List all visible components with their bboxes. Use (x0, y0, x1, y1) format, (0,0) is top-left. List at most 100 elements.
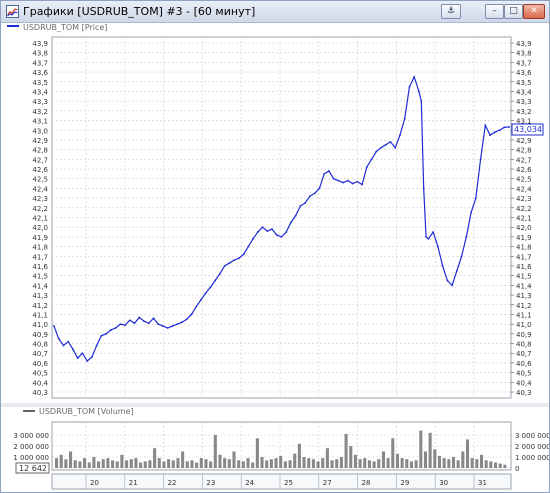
price-point (214, 279, 217, 282)
price-ytick-label: 43,7 (32, 59, 48, 67)
volume-bar (55, 458, 59, 468)
volume-bar (353, 454, 357, 468)
price-point (114, 327, 117, 329)
volume-bar (129, 459, 133, 468)
price-point (162, 325, 164, 327)
chart-canvas[interactable]: 43,943,843,743,643,543,443,343,243,143,0… (1, 23, 550, 493)
price-ytick-label: 42,5 (32, 176, 48, 184)
volume-bar (344, 433, 348, 468)
volume-bar (358, 459, 362, 468)
price-point (271, 228, 273, 231)
price-point (143, 320, 145, 323)
price-point (413, 76, 416, 78)
price-ytick-label: 42,3 (32, 195, 48, 203)
price-point (67, 340, 70, 343)
volume-bar (59, 454, 63, 468)
price-ytick-label: 41,2 (516, 302, 532, 310)
volume-bar (447, 459, 451, 468)
price-point (119, 323, 122, 326)
price-ytick-label: 43,2 (516, 108, 532, 116)
volume-bar (227, 459, 231, 468)
volume-bar (395, 453, 399, 468)
price-point (399, 134, 401, 136)
price-ytick-label: 42,4 (516, 185, 532, 193)
price-point (228, 262, 231, 264)
price-point (86, 360, 89, 362)
price-point (432, 231, 435, 233)
volume-bar (185, 461, 189, 468)
volume-bar (456, 460, 460, 468)
volume-bar (279, 455, 283, 468)
close-icon: ✕ (530, 6, 538, 16)
volume-bar (171, 460, 175, 468)
volume-bar (377, 459, 381, 468)
chart-area: 43,9 43,8 43,7 43,6 43,5 43,4 43,3 43,2 43,1 43,0… (1, 23, 550, 493)
volume-bar (190, 460, 194, 468)
price-point (280, 235, 283, 238)
volume-bar (162, 461, 166, 468)
title-bar[interactable]: Графики [USDRUB_TOM] #3 - [60 минут] ⚓ –… (1, 1, 549, 23)
volume-ytick-label: 2 000 000 (515, 443, 549, 451)
volume-bar (125, 460, 129, 468)
volume-bar (106, 458, 110, 468)
price-ytick-label: 42,0 (516, 224, 532, 232)
volume-bar (367, 460, 371, 468)
volume-bar (386, 458, 390, 468)
volume-bar (437, 455, 442, 468)
window-title: Графики [USDRUB_TOM] #3 - [60 минут] (23, 5, 256, 18)
volume-bar (498, 463, 502, 468)
price-ytick-label: 43,3 (32, 98, 48, 106)
volume-ytick-label: 1 000 000 (515, 454, 549, 462)
volume-bar (316, 461, 320, 468)
price-point (425, 235, 427, 238)
price-ytick-label: 42,3 (516, 195, 532, 203)
price-point (394, 146, 397, 149)
close-button[interactable]: ✕ (523, 4, 545, 19)
price-point (128, 319, 131, 322)
volume-bar (255, 438, 259, 468)
price-point (124, 324, 126, 327)
price-ytick-label: 42,9 (516, 137, 532, 145)
price-ytick-label: 40,5 (516, 370, 532, 378)
volume-bar (405, 459, 409, 468)
price-point (474, 197, 477, 200)
price-point (218, 272, 221, 275)
volume-bar (167, 459, 171, 468)
volume-bar (153, 448, 157, 468)
maximize-button[interactable]: □ (504, 4, 523, 19)
price-ytick-label: 41,6 (516, 263, 532, 271)
minimize-button[interactable]: – (485, 4, 504, 19)
volume-bar (199, 458, 203, 468)
price-ytick-label: 41,0 (32, 321, 48, 329)
volume-bar (134, 458, 138, 468)
price-point (181, 321, 183, 324)
price-ytick-label: 43,6 (32, 69, 48, 77)
price-point (266, 230, 269, 232)
volume-bar (479, 454, 484, 468)
price-point (200, 299, 202, 301)
price-ytick-label: 40,8 (516, 341, 532, 349)
price-point (446, 279, 449, 282)
price-point (470, 211, 472, 214)
price-ytick-label: 41,8 (32, 244, 48, 252)
price-point (299, 204, 302, 207)
price-ytick-label: 42,2 (516, 205, 532, 213)
price-point (484, 124, 487, 127)
volume-bar (237, 460, 241, 468)
volume-bar (391, 438, 395, 468)
volume-ytick-label: 3 000 000 (13, 432, 49, 440)
volume-bar (288, 460, 292, 468)
price-point (498, 129, 501, 132)
price-point (157, 323, 160, 326)
volume-bar (335, 459, 339, 468)
volume-bar (64, 459, 68, 468)
price-point (105, 332, 108, 335)
minimize-icon: – (492, 6, 497, 16)
price-ytick-label: 40,7 (516, 350, 532, 358)
price-ytick-label: 41,6 (32, 263, 48, 271)
price-point (109, 329, 112, 331)
price-ytick-label: 40,6 (516, 360, 532, 368)
price-ytick-label: 42,5 (516, 176, 532, 184)
price-point (420, 100, 423, 103)
pin-button[interactable]: ⚓ (441, 4, 461, 19)
